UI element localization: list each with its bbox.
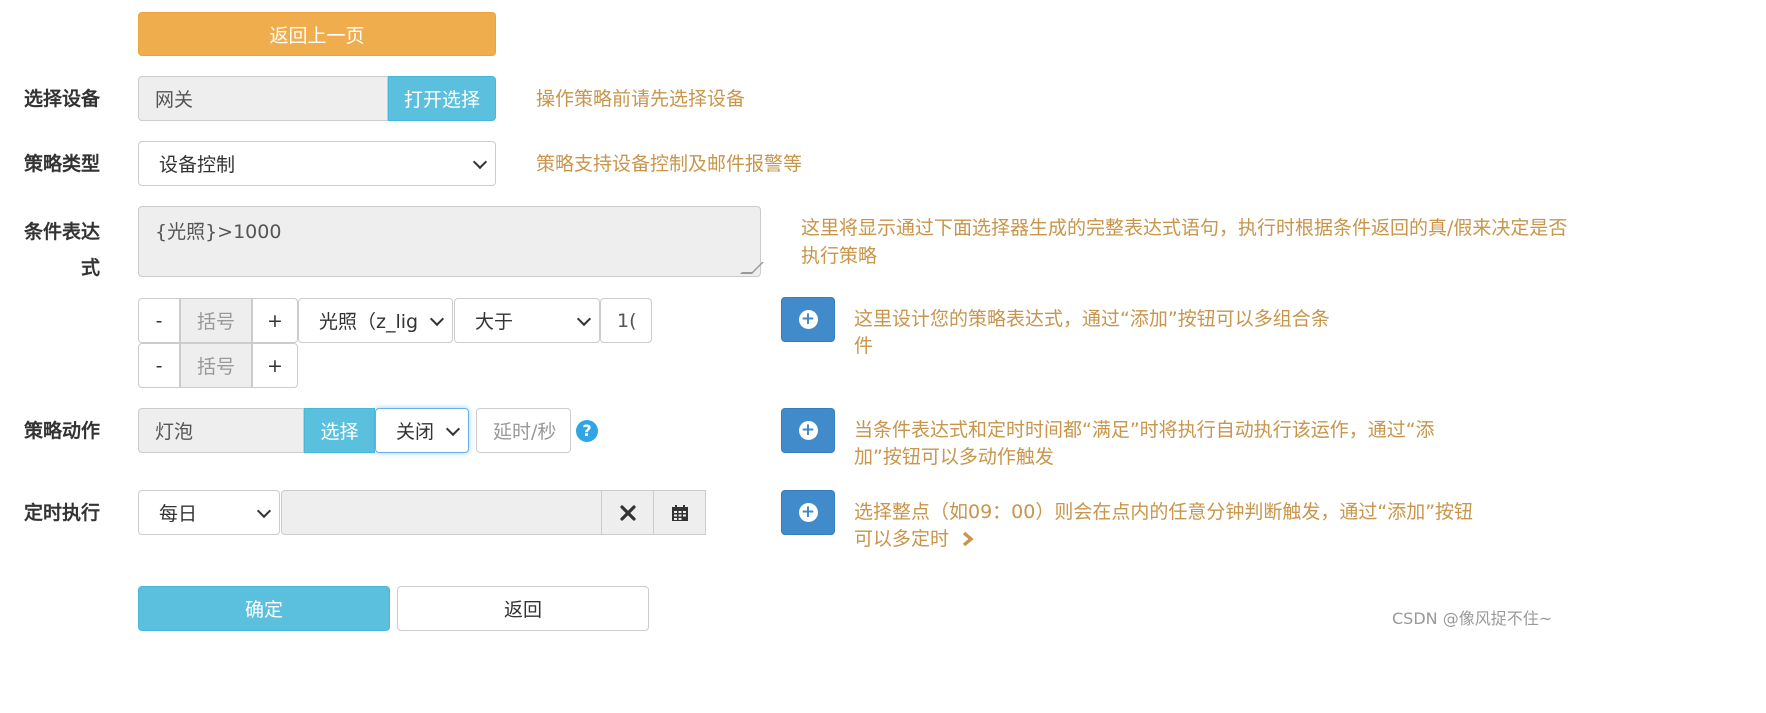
field-selected: 光照（z_lig (319, 311, 419, 333)
paren-minus-button-2[interactable]: - (138, 343, 180, 388)
builder-hint-line1: 这里设计您的策略表达式，通过“添加”按钮可以多组合条 (854, 308, 1330, 330)
strategy-type-label: 策略类型 (23, 153, 100, 175)
plus-circle-icon: + (798, 421, 818, 440)
paren-plus-button-2[interactable]: + (252, 343, 298, 388)
schedule-time-input[interactable] (281, 490, 602, 535)
open-select-button[interactable]: 打开选择 (388, 76, 496, 121)
chevron-down-icon (445, 421, 461, 436)
confirm-button[interactable]: 确定 (138, 586, 390, 631)
add-action-button[interactable]: + (781, 408, 835, 453)
clear-time-button[interactable] (601, 490, 654, 535)
action-state-selected: 关闭 (396, 421, 435, 443)
condition-hint: 这里将显示通过下面选择器生成的完整表达式语句，执行时根据条件返回的真/假来决定是… (801, 214, 1568, 270)
condition-label-line2: 式 (80, 257, 100, 279)
paren-plus-button-1[interactable]: + (252, 298, 298, 343)
return-button[interactable]: 返回 (397, 586, 649, 631)
schedule-hint-line2: 可以多定时 (854, 528, 950, 550)
back-to-previous-button[interactable]: 返回上一页 (138, 12, 496, 56)
watermark: CSDN @像风捉不住~ (1392, 609, 1553, 628)
condition-expression-text: {光照}>1000 (155, 221, 282, 243)
builder-hint-line2: 件 (854, 335, 874, 357)
field-select[interactable]: 光照（z_lig (298, 298, 453, 343)
schedule-hint: 选择整点（如09：00）则会在点内的任意分钟判断触发，通过“添加”按钮 可以多定… (854, 499, 1494, 553)
action-hint-line1: 当条件表达式和定时时间都“满足”时将执行自动执行该运作，通过“添 (854, 419, 1435, 441)
device-input[interactable]: 网关 (138, 76, 388, 121)
schedule-frequency-select[interactable]: 每日 (138, 490, 280, 535)
value-input[interactable]: 1( (600, 298, 652, 343)
plus-circle-icon: + (798, 503, 818, 522)
condition-expression-textarea[interactable]: {光照}>1000 (138, 206, 764, 277)
strategy-type-hint: 策略支持设备控制及邮件报警等 (536, 153, 803, 175)
action-state-select[interactable]: 关闭 (375, 408, 469, 453)
calendar-button[interactable] (653, 490, 706, 535)
chevron-down-icon (429, 311, 445, 326)
delay-input[interactable]: 延时/秒 (476, 408, 571, 453)
action-hint: 当条件表达式和定时时间都“满足”时将执行自动执行该运作，通过“添 加”按钮可以多… (854, 417, 1474, 471)
strategy-type-selected: 设备控制 (159, 154, 236, 176)
action-device-input[interactable]: 灯泡 (138, 408, 304, 453)
paren-minus-button-1[interactable]: - (138, 298, 180, 343)
calendar-icon (671, 504, 688, 521)
chevron-down-icon (576, 311, 592, 326)
add-schedule-button[interactable]: + (781, 490, 835, 535)
schedule-hint-line1: 选择整点（如09：00）则会在点内的任意分钟判断触发，通过“添加”按钮 (854, 501, 1474, 523)
help-icon[interactable]: ? (576, 420, 598, 442)
paren-input-2[interactable]: 括号 (180, 343, 252, 388)
operator-select[interactable]: 大于 (454, 298, 600, 343)
add-condition-button[interactable]: + (781, 297, 835, 342)
condition-hint-line2: 执行策略 (801, 245, 878, 267)
paren-input-1[interactable]: 括号 (180, 298, 252, 343)
action-label: 策略动作 (23, 420, 100, 442)
schedule-label: 定时执行 (23, 502, 100, 524)
condition-label: 条件表达 式 (18, 214, 100, 286)
plus-circle-icon: + (798, 310, 818, 329)
chevron-right-icon[interactable] (961, 531, 975, 547)
action-hint-line2: 加”按钮可以多动作触发 (854, 446, 1054, 468)
condition-label-line1: 条件表达 (23, 221, 100, 243)
builder-hint: 这里设计您的策略表达式，通过“添加”按钮可以多组合条 件 (854, 306, 1354, 360)
condition-hint-line1: 这里将显示通过下面选择器生成的完整表达式语句，执行时根据条件返回的真/假来决定是… (801, 217, 1568, 239)
operator-selected: 大于 (475, 311, 514, 333)
strategy-type-select[interactable]: 设备控制 (138, 141, 496, 186)
chevron-down-icon (256, 503, 272, 518)
chevron-down-icon (472, 154, 488, 169)
close-icon (619, 504, 636, 521)
device-label: 选择设备 (23, 88, 100, 110)
schedule-frequency-selected: 每日 (159, 503, 198, 525)
device-hint: 操作策略前请先选择设备 (536, 88, 746, 110)
resize-handle-icon[interactable] (740, 262, 764, 274)
action-select-button[interactable]: 选择 (304, 408, 375, 453)
